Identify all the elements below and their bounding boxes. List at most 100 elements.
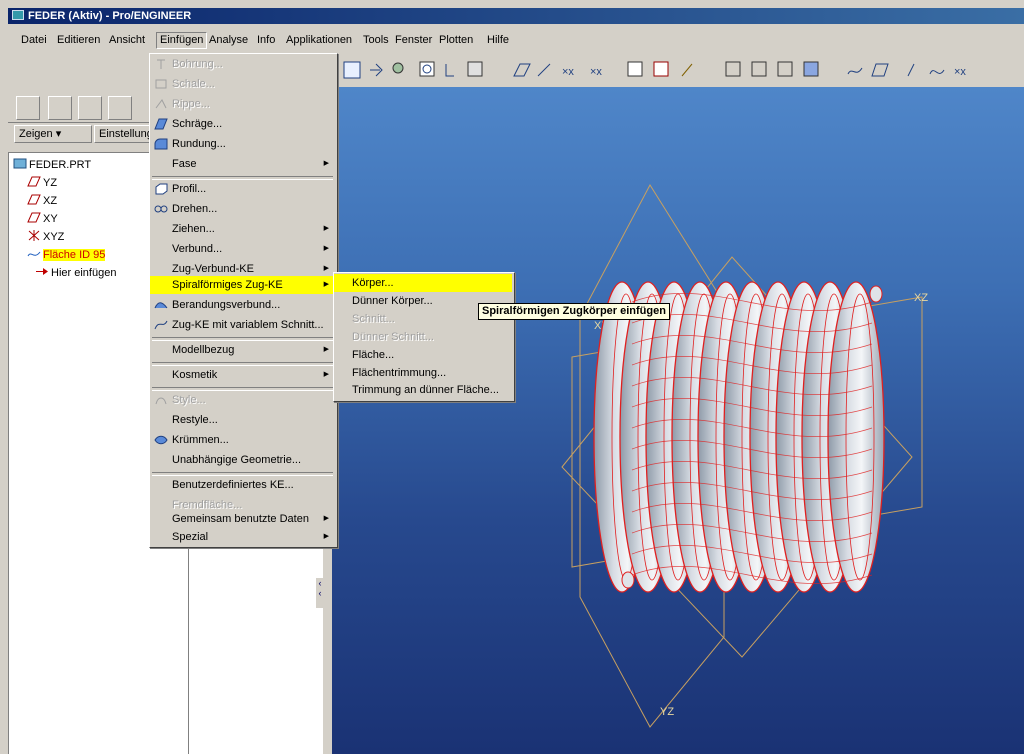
toolbar-icons: ×x ×x ×x xyxy=(343,61,966,79)
submenu-arrow-icon: ▶ xyxy=(323,281,329,288)
revolve-icon xyxy=(154,203,168,215)
pro-engineer-window: FEDER (Aktiv) - Pro/ENGINEER Datei Editi… xyxy=(0,0,1024,754)
tree-item-xz[interactable]: XZ xyxy=(27,194,57,208)
round-icon xyxy=(154,138,168,150)
wire-end-top xyxy=(869,285,883,303)
menu-ansicht[interactable]: Ansicht xyxy=(106,33,148,48)
app-icon xyxy=(12,10,24,20)
menu-applikationen[interactable]: Applikationen xyxy=(283,33,355,48)
menu-item-rippe[interactable]: Rippe... xyxy=(150,95,335,113)
tree-item-flaeche[interactable]: Fläche ID 95 xyxy=(27,248,106,262)
tooltip: Spiralförmigen Zugkörper einfügen xyxy=(478,303,670,320)
menu-item-drehen[interactable]: Drehen... xyxy=(150,200,335,218)
graphics-viewport[interactable]: YZ XZ XY xyxy=(332,87,1024,754)
insert-arrow-icon xyxy=(35,266,49,277)
menu-item-spezial[interactable]: Spezial ▶ xyxy=(150,528,335,546)
svg-text:×x: ×x xyxy=(954,66,966,78)
submenu-arrow-icon: ▶ xyxy=(323,533,329,540)
draft-icon xyxy=(154,118,168,130)
menu-tools[interactable]: Tools xyxy=(360,33,392,48)
svg-text:×x: ×x xyxy=(590,66,602,78)
menu-analyse[interactable]: Analyse xyxy=(206,33,251,48)
menu-item-gemeinsam-benutzte-daten[interactable]: Gemeinsam benutzte Daten ▶ xyxy=(150,510,335,528)
collapse-panel-icon[interactable]: ‹ ‹ xyxy=(316,578,324,608)
datum-label-yz: YZ xyxy=(660,706,674,718)
menu-einfuegen[interactable]: Einfügen xyxy=(156,32,208,49)
folder-browser-tab-icon[interactable] xyxy=(48,96,72,120)
view-toolbar: ×x ×x ×x xyxy=(332,56,1024,87)
menu-item-zug-ke-variabel[interactable]: Zug-KE mit variablem Schnitt... xyxy=(150,316,335,334)
submenu-arrow-icon: ▶ xyxy=(323,245,329,252)
rib-icon xyxy=(154,98,168,110)
navigator-tabs xyxy=(8,92,148,122)
menu-plotten[interactable]: Plotten xyxy=(436,33,476,48)
submenu-item-flaechentrimmung[interactable]: Flächentrimmung... xyxy=(334,364,512,382)
menu-item-profil[interactable]: Profil... xyxy=(150,180,335,198)
coil-turn xyxy=(827,281,885,593)
menu-item-restyle[interactable]: Restyle... xyxy=(150,411,335,429)
einfuegen-menu: Bohrung... Schale... Rippe... Schräge...… xyxy=(149,53,338,548)
menu-item-ziehen[interactable]: Ziehen... ▶ xyxy=(150,220,335,238)
menu-item-bohrung[interactable]: Bohrung... xyxy=(150,55,335,73)
menu-hilfe[interactable]: Hilfe xyxy=(484,33,512,48)
menu-item-verbund[interactable]: Verbund... ▶ xyxy=(150,240,335,258)
coordinate-system-icon xyxy=(27,230,41,241)
warp-icon xyxy=(154,434,168,446)
submenu-item-trimmung-duenne-flaeche[interactable]: Trimmung an dünner Fläche... xyxy=(334,381,512,399)
wire-end-bottom xyxy=(621,571,635,589)
menu-item-kruemmen[interactable]: Krümmen... xyxy=(150,431,335,449)
datum-label-xz: XZ xyxy=(914,292,928,304)
surface-icon xyxy=(27,248,41,259)
menu-bar: Datei Editieren Ansicht Einfügen Analyse… xyxy=(8,30,1024,50)
tree-item-feder[interactable]: FEDER.PRT xyxy=(13,158,91,172)
menu-item-schale[interactable]: Schale... xyxy=(150,75,335,93)
menu-item-unabhaengige-geometrie[interactable]: Unabhängige Geometrie... xyxy=(150,451,335,469)
submenu-item-duenner-schnitt[interactable]: Dünner Schnitt... xyxy=(334,328,512,346)
menu-fenster[interactable]: Fenster xyxy=(392,33,435,48)
hole-icon xyxy=(154,58,168,70)
tree-item-xy[interactable]: XY xyxy=(27,212,58,226)
menu-info[interactable]: Info xyxy=(254,33,278,48)
spiral-submenu: Körper... Dünner Körper... Schnitt... Dü… xyxy=(333,272,515,402)
menu-datei[interactable]: Datei xyxy=(18,33,50,48)
variable-sweep-icon xyxy=(154,319,168,331)
title-bar: FEDER (Aktiv) - Pro/ENGINEER xyxy=(8,8,1024,24)
tree-item-hier-einfuegen[interactable]: Hier einfügen xyxy=(35,266,116,280)
part-icon xyxy=(13,158,27,169)
submenu-arrow-icon: ▶ xyxy=(323,346,329,353)
spring-model: YZ XZ XY xyxy=(561,184,928,728)
submenu-arrow-icon: ▶ xyxy=(323,371,329,378)
tree-item-xyz[interactable]: XYZ xyxy=(27,230,64,244)
submenu-arrow-icon: ▶ xyxy=(323,225,329,232)
menu-item-benutzerdefiniertes-ke[interactable]: Benutzerdefiniertes KE... xyxy=(150,476,335,494)
model-tree-tab-icon[interactable] xyxy=(16,96,40,120)
svg-text:×x: ×x xyxy=(562,66,574,78)
submenu-arrow-icon: ▶ xyxy=(323,160,329,167)
connections-tab-icon[interactable] xyxy=(108,96,132,120)
spring-coils xyxy=(593,281,885,593)
shell-icon xyxy=(154,78,168,90)
menu-item-style[interactable]: Style... xyxy=(150,391,335,409)
style-icon xyxy=(154,394,168,406)
menu-item-schraege[interactable]: Schräge... xyxy=(150,115,335,133)
menu-item-berandungsverbund[interactable]: Berandungsverbund... xyxy=(150,296,335,314)
extrude-icon xyxy=(154,183,168,195)
menu-item-kosmetik[interactable]: Kosmetik ▶ xyxy=(150,366,335,384)
datum-plane-icon xyxy=(27,212,41,223)
submenu-arrow-icon: ▶ xyxy=(323,515,329,522)
window-title: FEDER (Aktiv) - Pro/ENGINEER xyxy=(28,10,192,22)
menu-item-rundung[interactable]: Rundung... xyxy=(150,135,335,153)
boundary-blend-icon xyxy=(154,299,168,311)
datum-plane-icon xyxy=(27,176,41,187)
favorites-tab-icon[interactable] xyxy=(78,96,102,120)
menu-editieren[interactable]: Editieren xyxy=(54,33,103,48)
menu-item-fase[interactable]: Fase ▶ xyxy=(150,155,335,173)
menu-item-modellbezug[interactable]: Modellbezug ▶ xyxy=(150,341,335,359)
submenu-item-koerper[interactable]: Körper... xyxy=(334,274,512,292)
datum-plane-icon xyxy=(27,194,41,205)
tree-item-yz[interactable]: YZ xyxy=(27,176,57,190)
submenu-item-flaeche[interactable]: Fläche... xyxy=(334,346,512,364)
zeigen-button[interactable]: Zeigen ▾ xyxy=(14,125,92,143)
menu-item-spiralfoermiges-zug-ke[interactable]: Spiralförmiges Zug-KE ▶ xyxy=(150,276,335,294)
einstellungen-button[interactable]: Einstellung xyxy=(94,125,154,143)
